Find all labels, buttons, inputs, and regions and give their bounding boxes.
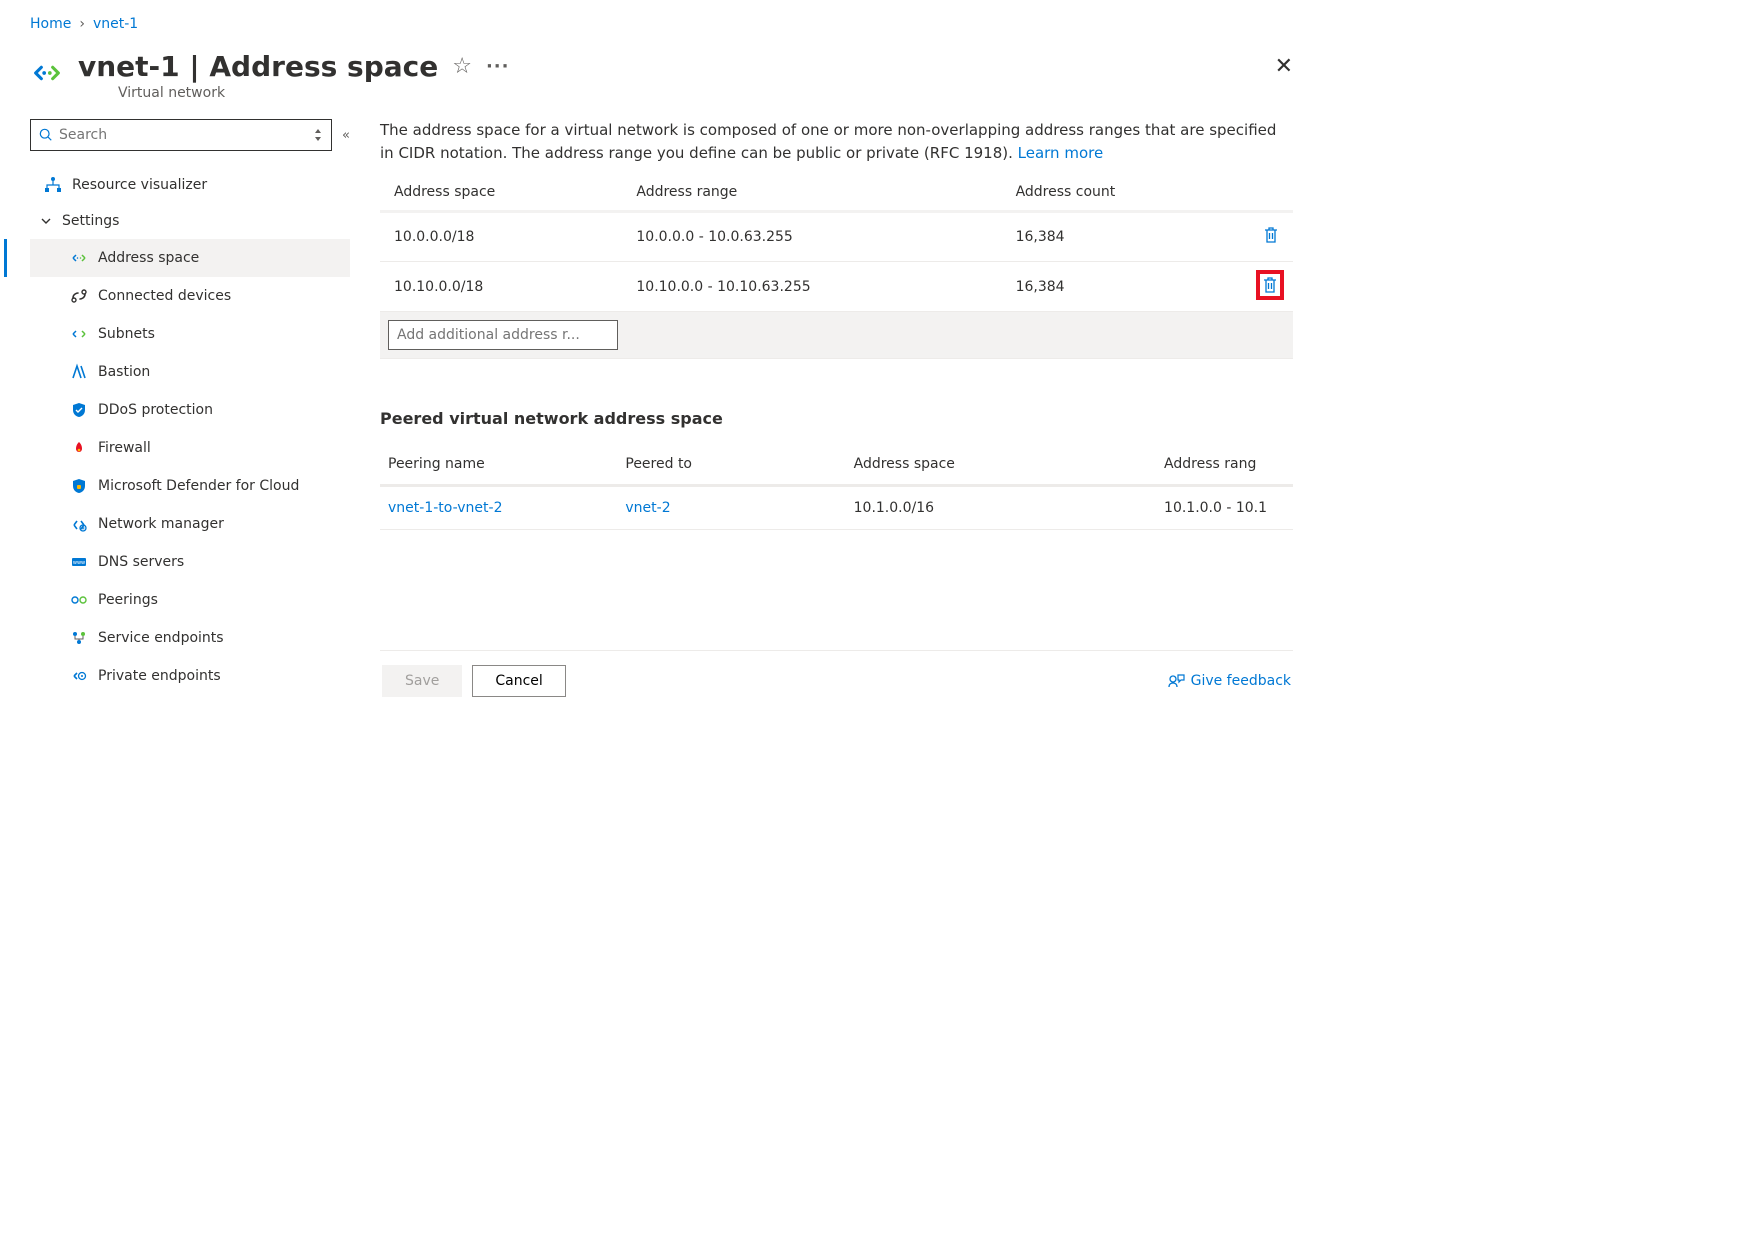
close-button[interactable]: ✕: [1275, 54, 1293, 79]
sidebar-item-label: Service endpoints: [98, 630, 224, 646]
defender-icon: [70, 477, 88, 495]
collapse-sidebar-icon[interactable]: «: [342, 128, 350, 143]
page-title: vnet-1 | Address space ☆ ···: [78, 50, 1261, 83]
sidebar-item-network-manager[interactable]: Network manager: [30, 505, 350, 543]
peerings-icon: [70, 591, 88, 609]
sidebar-item-peerings[interactable]: Peerings: [30, 581, 350, 619]
breadcrumb-home[interactable]: Home: [30, 16, 71, 32]
cell-range: 10.10.0.0 - 10.10.63.255: [622, 262, 1001, 312]
sidebar-item-label: Subnets: [98, 326, 155, 342]
more-actions-icon[interactable]: ···: [486, 56, 510, 77]
cell-peer-space: 10.1.0.0/16: [846, 486, 1156, 530]
cell-count: 16,384: [1002, 262, 1241, 312]
feedback-icon: [1167, 672, 1185, 690]
sidebar-section-settings[interactable]: Settings: [30, 203, 350, 239]
sidebar-item-label: Address space: [98, 250, 199, 266]
delete-icon[interactable]: [1263, 226, 1279, 244]
peered-table: Peering name Peered to Address space Add…: [380, 444, 1293, 530]
add-address-row: [380, 312, 1293, 359]
address-space-icon: [70, 249, 88, 267]
page-subtitle: Virtual network: [118, 85, 1261, 101]
sidebar: « Resource visualizer Settings Address s…: [30, 119, 350, 717]
give-feedback-link[interactable]: Give feedback: [1167, 672, 1291, 690]
column-header-peered-to: Peered to: [617, 444, 845, 486]
ddos-icon: [70, 401, 88, 419]
network-manager-icon: [70, 515, 88, 533]
chevron-down-icon: [40, 215, 54, 227]
table-row: 10.0.0.0/18 10.0.0.0 - 10.0.63.255 16,38…: [380, 212, 1293, 262]
cell-count: 16,384: [1002, 212, 1241, 262]
breadcrumb-resource[interactable]: vnet-1: [93, 16, 138, 32]
search-input[interactable]: [59, 127, 307, 143]
sidebar-item-label: Peerings: [98, 592, 158, 608]
cell-space: 10.10.0.0/18: [380, 262, 622, 312]
cell-space: 10.0.0.0/18: [380, 212, 622, 262]
learn-more-link[interactable]: Learn more: [1018, 144, 1104, 162]
firewall-icon: [70, 439, 88, 457]
subnets-icon: [70, 325, 88, 343]
sidebar-item-service-endpoints[interactable]: Service endpoints: [30, 619, 350, 657]
column-header-range: Address range: [622, 174, 1001, 212]
column-header-peering-name: Peering name: [380, 444, 617, 486]
sidebar-item-subnets[interactable]: Subnets: [30, 315, 350, 353]
sidebar-item-dns[interactable]: www DNS servers: [30, 543, 350, 581]
dns-icon: www: [70, 553, 88, 571]
sidebar-item-label: Firewall: [98, 440, 151, 456]
column-header-count: Address count: [1002, 174, 1241, 212]
delete-icon[interactable]: [1261, 275, 1279, 295]
breadcrumb: Home › vnet-1: [30, 16, 1293, 32]
search-input-wrapper[interactable]: [30, 119, 332, 151]
sidebar-item-label: Microsoft Defender for Cloud: [98, 478, 299, 495]
sidebar-section-label: Settings: [62, 213, 119, 229]
search-icon: [39, 128, 53, 142]
sidebar-item-label: Resource visualizer: [72, 177, 207, 193]
sidebar-item-label: Bastion: [98, 364, 150, 380]
sidebar-item-label: DNS servers: [98, 554, 184, 570]
address-space-table: Address space Address range Address coun…: [380, 174, 1293, 359]
sidebar-item-firewall[interactable]: Firewall: [30, 429, 350, 467]
peered-section-title: Peered virtual network address space: [380, 409, 1293, 428]
save-button[interactable]: Save: [382, 665, 462, 697]
sidebar-item-label: Network manager: [98, 516, 224, 532]
peering-name-link[interactable]: vnet-1-to-vnet-2: [388, 500, 502, 516]
sidebar-item-label: Private endpoints: [98, 668, 221, 684]
column-header-space: Address space: [380, 174, 622, 212]
description-text: The address space for a virtual network …: [380, 119, 1293, 164]
sidebar-item-label: DDoS protection: [98, 402, 213, 418]
chevron-right-icon: ›: [79, 16, 85, 32]
bastion-icon: [70, 363, 88, 381]
cancel-button[interactable]: Cancel: [472, 665, 565, 697]
sidebar-item-label: Connected devices: [98, 288, 231, 304]
sidebar-item-connected-devices[interactable]: Connected devices: [30, 277, 350, 315]
cell-range: 10.0.0.0 - 10.0.63.255: [622, 212, 1001, 262]
service-endpoints-icon: [70, 629, 88, 647]
svg-text:www: www: [73, 560, 85, 566]
sort-toggle-icon[interactable]: [313, 128, 323, 142]
sidebar-item-bastion[interactable]: Bastion: [30, 353, 350, 391]
sidebar-item-defender[interactable]: Microsoft Defender for Cloud: [30, 467, 350, 505]
private-endpoints-icon: [70, 667, 88, 685]
sidebar-item-ddos[interactable]: DDoS protection: [30, 391, 350, 429]
connected-devices-icon: [70, 287, 88, 305]
peered-to-link[interactable]: vnet-2: [625, 500, 670, 516]
footer: Save Cancel Give feedback: [380, 650, 1293, 717]
table-row: vnet-1-to-vnet-2 vnet-2 10.1.0.0/16 10.1…: [380, 486, 1293, 530]
column-header-peer-space: Address space: [846, 444, 1156, 486]
network-topology-icon: [44, 176, 62, 194]
table-row: 10.10.0.0/18 10.10.0.0 - 10.10.63.255 16…: [380, 262, 1293, 312]
add-address-input[interactable]: [388, 320, 618, 350]
column-header-peer-range: Address rang: [1156, 444, 1293, 486]
sidebar-item-private-endpoints[interactable]: Private endpoints: [30, 657, 350, 695]
cell-peer-range: 10.1.0.0 - 10.1: [1156, 486, 1293, 530]
virtual-network-icon: [30, 56, 64, 90]
sidebar-item-address-space[interactable]: Address space: [30, 239, 350, 277]
favorite-star-icon[interactable]: ☆: [452, 54, 472, 79]
sidebar-item-resource-visualizer[interactable]: Resource visualizer: [30, 167, 350, 203]
